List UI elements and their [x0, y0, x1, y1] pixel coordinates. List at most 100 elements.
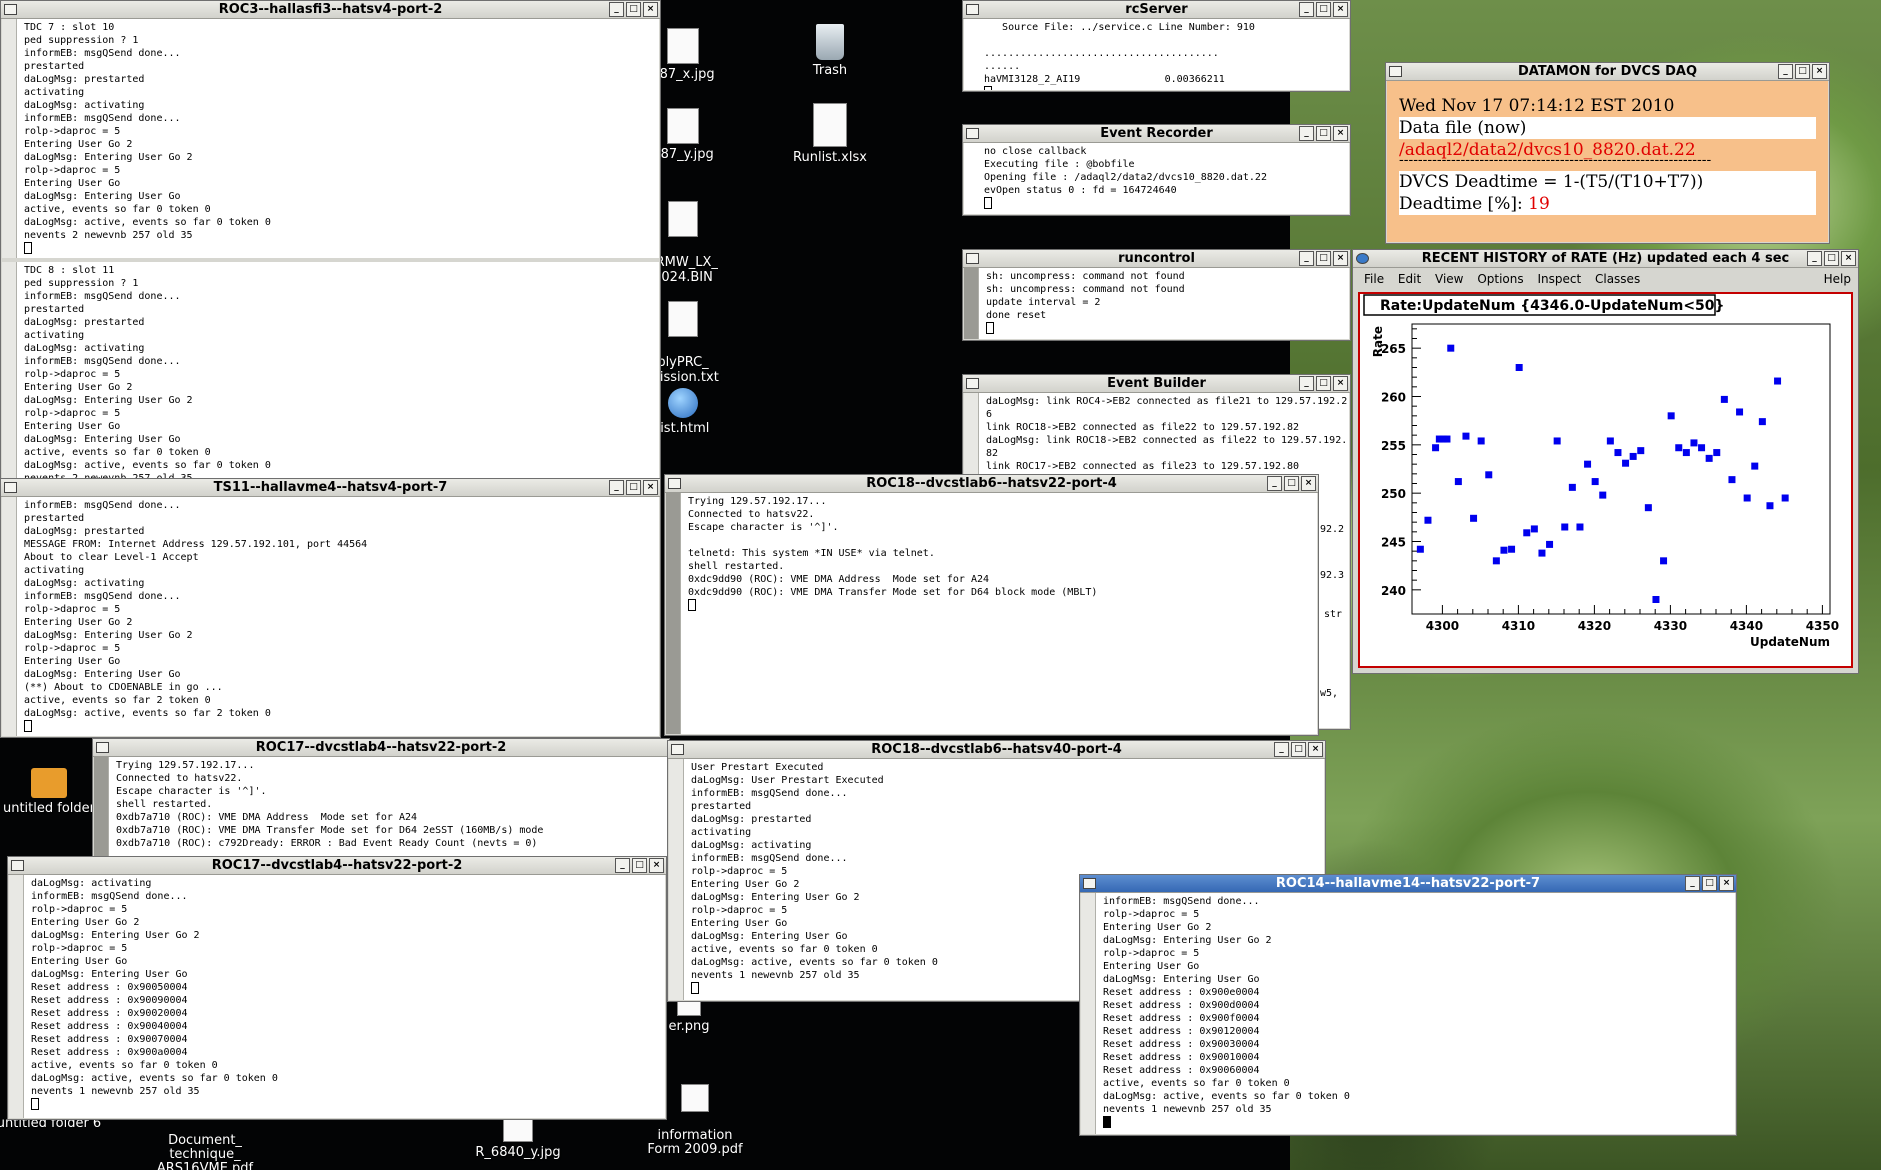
scrollbar[interactable] [669, 759, 684, 1000]
window-roc17-back[interactable]: ROC17--dvcstlab4--hatsv22-port-2 Trying … [92, 738, 670, 858]
minimize-button[interactable]: _ [1685, 876, 1700, 891]
window-roc17-front[interactable]: ROC17--dvcstlab4--hatsv22-port-2 _ □ × daLo… [7, 856, 667, 1120]
scrollbar[interactable] [2, 19, 17, 258]
titlebar[interactable]: rcServer _ □ × [963, 1, 1350, 19]
window-event-recorder[interactable]: Event Recorder _ □ × no close callback Exec… [962, 124, 1351, 216]
titlebar[interactable]: ROC18--dvcstlab6--hatsv40-port-4 _ □ × [668, 741, 1325, 759]
desktop-icon-untitled-folder[interactable]: untitled folder [0, 768, 104, 816]
window-runcontrol[interactable]: runcontrol _ □ × sh: uncompress: command no… [962, 249, 1351, 341]
titlebar[interactable]: ROC17--dvcstlab4--hatsv22-port-2 _ □ × [8, 857, 666, 875]
desktop-icon-runlist[interactable]: Runlist.xlsx [775, 103, 885, 165]
terminal-area-bottom[interactable]: TDC 8 : slot 11 ped suppression ? 1 info… [2, 262, 659, 479]
root-canvas[interactable]: Rate:UpdateNum {4346.0-UpdateNum<50} 430… [1358, 292, 1853, 668]
close-button[interactable]: × [649, 858, 664, 873]
menu-options[interactable]: Options [1477, 272, 1523, 286]
close-button[interactable]: × [1333, 126, 1348, 141]
titlebar[interactable]: DATAMON for DVCS DAQ _ □ × [1386, 63, 1829, 81]
maximize-button[interactable]: □ [1824, 251, 1839, 266]
desktop-icon-document-technique[interactable]: Document_ technique_ ARS16VME.pdf [150, 1120, 260, 1170]
desktop-icon-r6840[interactable]: R_6840_y.jpg [463, 1118, 573, 1160]
window-menu-icon[interactable] [11, 860, 24, 871]
root-app-icon[interactable] [1356, 253, 1369, 264]
maximize-button[interactable]: □ [1291, 742, 1306, 757]
maximize-button[interactable]: □ [626, 2, 641, 17]
maximize-button[interactable]: □ [1316, 251, 1331, 266]
minimize-button[interactable]: _ [1267, 476, 1282, 491]
minimize-button[interactable]: _ [615, 858, 630, 873]
titlebar[interactable]: Event Builder _ □ × [963, 375, 1350, 393]
scrollbar[interactable] [1081, 893, 1096, 1134]
terminal-area[interactable]: Trying 129.57.192.17... Connected to hat… [666, 493, 1317, 734]
maximize-button[interactable]: □ [1702, 876, 1717, 891]
titlebar[interactable]: TS11--hallavme4--hatsv4-port-7 _ □ × [1, 479, 660, 497]
minimize-button[interactable]: _ [1299, 376, 1314, 391]
close-button[interactable]: × [1841, 251, 1856, 266]
titlebar[interactable]: RECENT HISTORY of RATE (Hz) updated each… [1353, 250, 1858, 268]
close-button[interactable]: × [1301, 476, 1316, 491]
terminal-area[interactable]: no close callback Executing file : @bobf… [964, 143, 1349, 214]
minimize-button[interactable]: _ [1299, 251, 1314, 266]
titlebar[interactable]: ROC14--hallavme14--hatsv22-port-7 _ □ × [1080, 875, 1736, 893]
maximize-button[interactable]: □ [1316, 126, 1331, 141]
window-rate-history[interactable]: RECENT HISTORY of RATE (Hz) updated each… [1352, 249, 1859, 674]
terminal-area[interactable]: daLogMsg: activating informEB: msgQSend … [9, 875, 665, 1118]
window-menu-icon[interactable] [671, 744, 684, 755]
titlebar[interactable]: Event Recorder _ □ × [963, 125, 1350, 143]
window-rcserver[interactable]: rcServer _ □ × Source File: ../service.c Li… [962, 0, 1351, 92]
window-menu-icon[interactable] [4, 482, 17, 493]
scrollbar[interactable] [94, 757, 109, 856]
terminal-area[interactable]: informEB: msgQSend done... rolp->daproc … [1081, 893, 1735, 1134]
maximize-button[interactable]: □ [626, 480, 641, 495]
minimize-button[interactable]: _ [609, 480, 624, 495]
menu-inspect[interactable]: Inspect [1537, 272, 1581, 286]
scrollbar[interactable] [9, 875, 24, 1118]
close-button[interactable]: × [643, 480, 658, 495]
terminal-area[interactable]: sh: uncompress: command not found sh: un… [964, 268, 1349, 339]
terminal-area[interactable]: informEB: msgQSend done... prestarted da… [2, 497, 659, 736]
close-button[interactable]: × [1333, 376, 1348, 391]
window-menu-icon[interactable] [96, 742, 109, 753]
menu-edit[interactable]: Edit [1398, 272, 1421, 286]
terminal-area-top[interactable]: TDC 7 : slot 10 ped suppression ? 1 info… [2, 19, 659, 258]
terminal-area[interactable]: Source File: ../service.c Line Number: 9… [964, 19, 1349, 90]
window-menu-icon[interactable] [1083, 878, 1096, 889]
menu-help[interactable]: Help [1824, 268, 1851, 290]
menu-classes[interactable]: Classes [1595, 272, 1640, 286]
minimize-button[interactable]: _ [1299, 2, 1314, 17]
maximize-button[interactable]: □ [1316, 376, 1331, 391]
scrollbar[interactable] [2, 262, 17, 479]
close-button[interactable]: × [1333, 2, 1348, 17]
minimize-button[interactable]: _ [1299, 126, 1314, 141]
maximize-button[interactable]: □ [1316, 2, 1331, 17]
window-roc3[interactable]: ROC3--hallasfi3--hatsv4-port-2 _ □ × TDC 7 … [0, 0, 661, 481]
window-roc18-hatsv22[interactable]: ROC18--dvcstlab6--hatsv22-port-4 _ □ × Tryi… [664, 474, 1319, 736]
maximize-button[interactable]: □ [1284, 476, 1299, 491]
scrollbar[interactable] [2, 497, 17, 736]
terminal-area[interactable]: Trying 129.57.192.17... Connected to hat… [94, 757, 668, 856]
window-menu-icon[interactable] [966, 378, 979, 389]
maximize-button[interactable]: □ [1795, 64, 1810, 79]
close-button[interactable]: × [643, 2, 658, 17]
minimize-button[interactable]: _ [609, 2, 624, 17]
window-menu-icon[interactable] [966, 253, 979, 264]
menu-file[interactable]: File [1364, 272, 1384, 286]
titlebar[interactable]: ROC17--dvcstlab4--hatsv22-port-2 [93, 739, 669, 757]
minimize-button[interactable]: _ [1807, 251, 1822, 266]
scrollbar[interactable] [666, 493, 681, 734]
window-datamon[interactable]: DATAMON for DVCS DAQ _ □ × Wed Nov 17 07:14… [1385, 62, 1830, 244]
window-menu-icon[interactable] [1389, 66, 1402, 77]
close-button[interactable]: × [1719, 876, 1734, 891]
close-button[interactable]: × [1333, 251, 1348, 266]
minimize-button[interactable]: _ [1778, 64, 1793, 79]
close-button[interactable]: × [1812, 64, 1827, 79]
titlebar[interactable]: runcontrol _ □ × [963, 250, 1350, 268]
scrollbar[interactable] [964, 268, 979, 339]
window-menu-icon[interactable] [4, 4, 17, 15]
maximize-button[interactable]: □ [632, 858, 647, 873]
minimize-button[interactable]: _ [1274, 742, 1289, 757]
desktop-icon-trash[interactable]: Trash [775, 24, 885, 78]
window-menu-icon[interactable] [966, 4, 979, 15]
menu-view[interactable]: View [1435, 272, 1463, 286]
window-roc14[interactable]: ROC14--hallavme14--hatsv22-port-7 _ □ × inf… [1079, 874, 1737, 1136]
titlebar[interactable]: ROC3--hallasfi3--hatsv4-port-2 _ □ × [1, 1, 660, 19]
